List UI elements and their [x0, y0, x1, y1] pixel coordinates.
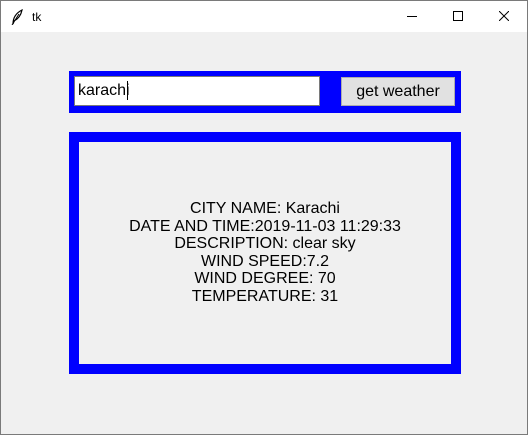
city-name-line: CITY NAME: Karachi [190, 200, 340, 217]
search-frame: get weather [69, 71, 461, 113]
get-weather-button[interactable]: get weather [341, 77, 455, 106]
result-frame: CITY NAME: Karachi DATE AND TIME:2019-11… [69, 132, 461, 374]
window-title: tk [32, 10, 42, 24]
text-cursor [127, 81, 128, 100]
close-button[interactable] [481, 1, 527, 32]
minimize-icon [407, 8, 417, 26]
wind-speed-line: WIND SPEED:7.2 [200, 252, 330, 270]
temperature-line: TEMPERATURE: 31 [191, 287, 339, 305]
description-line: DESCRIPTION: clear sky [174, 235, 356, 252]
minimize-button[interactable] [389, 1, 435, 32]
wind-degree-line: WIND DEGREE: 70 [194, 270, 336, 287]
weather-result: CITY NAME: Karachi DATE AND TIME:2019-11… [79, 200, 451, 305]
title-bar[interactable]: tk [1, 1, 527, 32]
maximize-icon [453, 8, 463, 26]
maximize-button[interactable] [435, 1, 481, 32]
city-input[interactable] [74, 76, 320, 106]
feather-icon [10, 8, 24, 26]
date-time-line: DATE AND TIME:2019-11-03 11:29:33 [129, 217, 401, 235]
app-window: tk get weather CITY NAME: Kara [0, 0, 528, 435]
close-icon [498, 8, 510, 26]
